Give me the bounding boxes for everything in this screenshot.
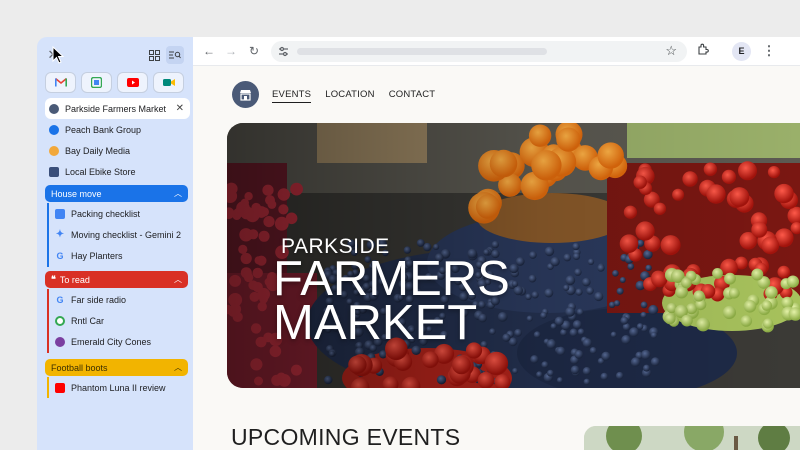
nav-contact[interactable]: CONTACT [389, 89, 436, 103]
tab-packing-checklist[interactable]: Packing checklist [51, 203, 189, 224]
group-line [47, 203, 49, 267]
site-navigation: EVENTS LOCATION CONTACT [272, 89, 435, 103]
address-bar[interactable]: ☆ [271, 41, 687, 62]
hero-banner: PARKSIDE FARMERS MARKET [227, 123, 800, 388]
group-label: To read [59, 274, 90, 285]
profile-avatar[interactable]: E [732, 42, 751, 61]
cones-icon [55, 336, 65, 347]
tab-group-to-read[interactable]: ❝ To read ︿ [45, 271, 188, 288]
tab-bay-daily-media[interactable]: Bay Daily Media [45, 140, 190, 161]
tab-grid-icon[interactable] [145, 46, 163, 64]
tab-peach-bank-group[interactable]: Peach Bank Group [45, 119, 190, 140]
chevron-up-icon: ︿ [174, 363, 182, 372]
bank-icon [49, 124, 59, 135]
store-logo-icon[interactable] [232, 81, 259, 108]
tab-label: Hay Planters [71, 250, 123, 261]
gmail-icon [54, 78, 67, 87]
media-icon [49, 145, 59, 156]
store-icon [49, 103, 59, 114]
tab-far-side-radio[interactable]: G Far side radio [51, 289, 189, 310]
youtube-icon [55, 382, 65, 393]
nav-events[interactable]: EVENTS [272, 89, 312, 103]
youtube-icon [126, 78, 139, 87]
tab-label: Phantom Luna II review [71, 382, 166, 393]
back-icon[interactable]: ← [201, 43, 217, 59]
google-icon: G [56, 250, 64, 261]
hero-title-line-2: MARKET [273, 296, 478, 350]
event-thumbnail-image [584, 426, 800, 450]
tab-hay-planters[interactable]: G Hay Planters [51, 245, 189, 266]
tab-label: Parkside Farmers Market [65, 103, 167, 114]
drive-icon [91, 77, 102, 88]
tab-label: Local Ebike Store [65, 166, 136, 177]
tab-label: Bay Daily Media [65, 145, 131, 156]
reload-icon[interactable]: ↻ [246, 43, 262, 59]
pinned-youtube[interactable] [117, 72, 148, 93]
chevron-up-icon: ︿ [174, 275, 182, 284]
forward-icon[interactable]: → [223, 43, 239, 59]
group-label: House move [51, 188, 102, 199]
ebike-icon [49, 166, 59, 177]
tab-parkside-farmers-market[interactable]: Parkside Farmers Market ✕ [45, 98, 190, 119]
hero-title: FARMERS MARKET [273, 252, 510, 350]
mouse-cursor-icon [52, 46, 64, 64]
chevron-up-icon: ︿ [174, 189, 182, 198]
tab-label: Rntl Car [71, 315, 105, 326]
upcoming-events-heading: UPCOMING EVENTS [231, 424, 461, 450]
tab-group-house-move[interactable]: House move ︿ [45, 185, 188, 202]
pinned-drive[interactable] [81, 72, 112, 93]
pinned-meet[interactable] [153, 72, 184, 93]
nav-location[interactable]: LOCATION [325, 89, 374, 103]
close-tab-icon[interactable]: ✕ [176, 103, 184, 114]
extensions-icon[interactable] [695, 43, 711, 59]
tab-group-football-boots[interactable]: Football boots ︿ [45, 359, 188, 376]
group-line [47, 289, 49, 353]
browser-window: ← → ↻ ☆ E ⋮ EVENTS LOCATION CONTACT PARK… [193, 37, 800, 450]
tab-label: Packing checklist [71, 208, 141, 219]
group-line [47, 377, 49, 398]
meet-icon [162, 79, 175, 86]
bookmark-star-icon[interactable]: ☆ [665, 43, 677, 59]
menu-icon[interactable]: ⋮ [761, 43, 777, 59]
site-info-icon[interactable] [278, 46, 289, 57]
pinned-gmail[interactable] [45, 72, 76, 93]
tab-label: Emerald City Cones [71, 336, 152, 347]
vertical-tab-sidebar: ✕ Parkside Farmers Market ✕ Peach Bank G… [37, 37, 193, 450]
tab-label: Moving checklist - Gemini 2 [71, 229, 182, 240]
car-rental-icon [55, 315, 65, 326]
web-page: EVENTS LOCATION CONTACT PARKSIDE FARMERS… [193, 66, 800, 450]
hero-title-line-1: FARMERS [273, 252, 510, 306]
tab-emerald-city-cones[interactable]: Emerald City Cones [51, 331, 189, 352]
tab-search-icon[interactable] [166, 46, 184, 64]
gemini-icon: ✦ [55, 229, 65, 240]
tab-label: Far side radio [71, 294, 127, 305]
browser-toolbar: ← → ↻ ☆ E ⋮ [193, 37, 800, 66]
google-icon: G [56, 294, 64, 305]
tab-label: Peach Bank Group [65, 124, 142, 135]
group-label: Football boots [51, 362, 108, 373]
url-placeholder-bar [297, 48, 547, 55]
tab-moving-checklist-gemini[interactable]: ✦ Moving checklist - Gemini 2 [51, 224, 189, 245]
quote-icon: ❝ [51, 274, 56, 284]
tab-rntl-car[interactable]: Rntl Car [51, 310, 189, 331]
tab-phantom-luna-review[interactable]: Phantom Luna II review [51, 377, 189, 398]
pinned-tabs [45, 72, 189, 93]
tab-local-ebike-store[interactable]: Local Ebike Store [45, 161, 190, 182]
docs-icon [55, 208, 65, 219]
